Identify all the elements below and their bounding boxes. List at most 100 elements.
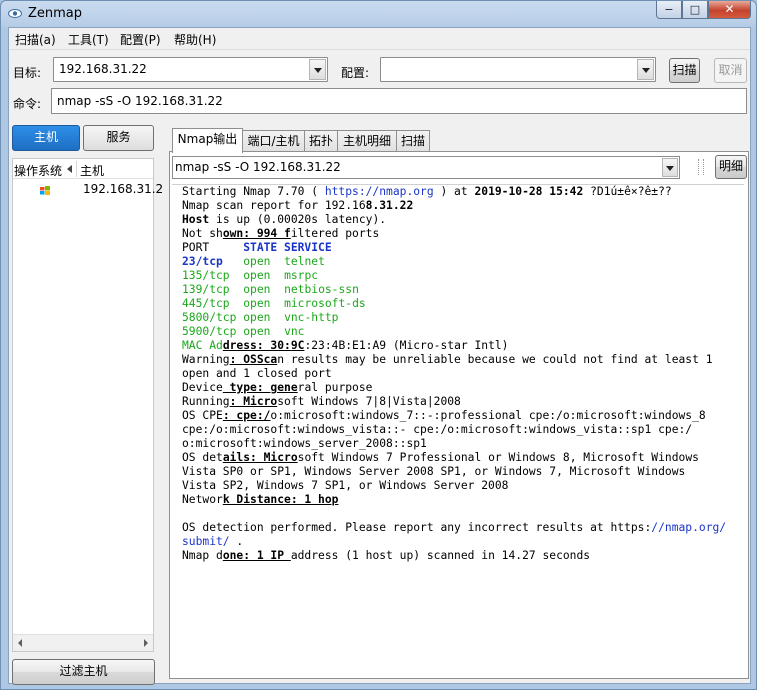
port-service: vnc-http [284,311,339,324]
client-area: 扫描(a) 工具(T) 配置(P) 帮助(H) 目标: 192.168.31.2… [8,27,751,685]
command-value: nmap -sS -O 192.168.31.22 [57,94,223,108]
zenmap-window: Zenmap − □ ✕ 扫描(a) 工具(T) 配置(P) 帮助(H) 目标:… [0,0,757,690]
hosts-toggle-button[interactable]: 主机 [12,125,80,151]
host-list-hscrollbar[interactable] [13,634,153,651]
minimize-icon: − [664,3,674,16]
nmap-output-pane: nmap -sS -O 192.168.31.22 明细 Starting Nm… [169,151,749,679]
out-text: Networ [182,493,223,506]
out-text: Host [182,213,210,226]
port-service: telnet [284,255,325,268]
out-text: . [229,535,244,548]
host-ip: 192.168.31.2 [83,182,164,196]
output-command-dropdown-arrow[interactable] [662,158,678,177]
target-dropdown-arrow[interactable] [309,59,326,80]
target-combo[interactable]: 192.168.31.22 [53,57,328,82]
maximize-icon: □ [689,3,701,16]
out-text: Nmap scan report for 192.16 [182,199,366,212]
port-state: open [243,311,271,324]
out-text: is up (0.00020s latency). [209,213,387,226]
tab-ports-hosts[interactable]: 端口/主机 [242,130,305,152]
out-text: Warning [182,353,230,366]
out-text: k Distance: 1 hop [222,493,339,506]
out-text: Nmap d [182,549,223,562]
out-text: soft Windows 7|8|Vista|2008 [277,395,461,408]
output-command-value: nmap -sS -O 192.168.31.22 [175,160,341,174]
close-button[interactable]: ✕ [708,1,751,19]
command-input[interactable]: nmap -sS -O 192.168.31.22 [51,88,747,114]
menu-profile[interactable]: 配置(P) [120,31,161,48]
column-separator[interactable] [76,161,77,177]
maximize-button[interactable]: □ [682,1,708,19]
services-toggle-button[interactable]: 服务 [83,125,154,151]
port-service: msrpc [284,269,319,282]
out-text: o:microsoft:windows_7::-:professional cp… [270,409,706,422]
windows-os-icon [40,186,50,195]
out-text: dress: 30:9C [222,339,305,352]
column-os[interactable]: 操作系统 [14,162,62,179]
tab-host-details[interactable]: 主机明细 [337,130,397,152]
port-service: microsoft-ds [284,297,366,310]
out-text: : OSSca [229,353,278,366]
out-text: Not sh [182,227,223,240]
menu-scan[interactable]: 扫描(a) [15,31,56,48]
out-text: : Micro [229,395,278,408]
menu-help[interactable]: 帮助(H) [174,31,216,48]
out-text: 8.31.22 [365,199,414,212]
nmap-link[interactable]: https://nmap.org [325,185,434,198]
out-text: address (1 host up) scanned in 14.27 sec… [290,549,591,562]
out-text: OS det [182,451,223,464]
out-text: iltered ports [290,227,380,240]
out-text: : cpe:/ [222,409,271,422]
zenmap-eye-icon [8,9,22,18]
host-row[interactable]: 192.168.31.2 [13,181,163,199]
minimize-button[interactable]: − [656,1,682,19]
scan-output-text[interactable]: Starting Nmap 7.70 ( https://nmap.org ) … [172,184,744,676]
port-header-state: STATE SERVICE [243,241,332,254]
cancel-button[interactable]: 取消 [714,58,747,83]
port-service: netbios-ssn [284,283,359,296]
port-state: open [243,283,271,296]
out-text: ) at [433,185,475,198]
out-text: ?D1ú±ê×?ê±?? [583,185,672,198]
scroll-right-icon[interactable] [144,639,148,647]
host-list: 操作系统 主机 192.168.31.2 [12,158,163,652]
port-state: open [243,269,271,282]
menu-bar: 扫描(a) 工具(T) 配置(P) 帮助(H) [9,28,750,50]
submit-link-cont[interactable]: submit/ [182,535,230,548]
details-button[interactable]: 明细 [715,155,747,179]
target-value: 192.168.31.22 [59,62,147,76]
port-state: open [243,297,271,310]
scan-date: 2019-10-28 15:42 [474,185,584,198]
tab-scans[interactable]: 扫描 [396,130,430,152]
out-text: type: gene [222,381,298,394]
port-number: 445/tcp [182,297,237,310]
title-bar[interactable]: Zenmap − □ ✕ [1,1,756,27]
tab-nmap-output[interactable]: Nmap输出 [172,128,243,153]
column-host[interactable]: 主机 [80,162,104,179]
port-state: open [243,255,271,268]
port-number: 5800/tcp [182,311,237,324]
filter-hosts-button[interactable]: 过滤主机 [12,659,155,685]
port-number: 139/tcp [182,283,237,296]
grip-handle-icon[interactable] [698,159,704,175]
host-list-header: 操作系统 主机 [13,159,153,179]
scan-button[interactable]: 扫描 [669,58,700,83]
port-number: 5900/tcp [182,325,237,338]
profile-label: 配置: [341,66,370,80]
out-text: open and 1 closed port [182,367,332,380]
port-service: vnc [284,325,305,338]
profile-dropdown-arrow[interactable] [637,59,654,80]
target-label: 目标: [13,66,42,80]
tab-topology[interactable]: 拓扑 [304,130,338,152]
out-text: ails: Micro [222,451,298,464]
command-label: 命令: [13,97,42,111]
output-command-combo[interactable]: nmap -sS -O 192.168.31.22 [172,156,680,179]
profile-combo[interactable] [380,57,656,82]
menu-tools[interactable]: 工具(T) [68,31,109,48]
close-icon: ✕ [724,2,735,16]
command-text: nmap -sS -O 192.168.31.22 [57,94,223,108]
out-text: one: 1 IP [222,549,291,562]
out-text: OS detection performed. Please report an… [182,521,652,534]
submit-link[interactable]: //nmap.org/ [651,521,726,534]
scroll-left-icon[interactable] [18,639,22,647]
